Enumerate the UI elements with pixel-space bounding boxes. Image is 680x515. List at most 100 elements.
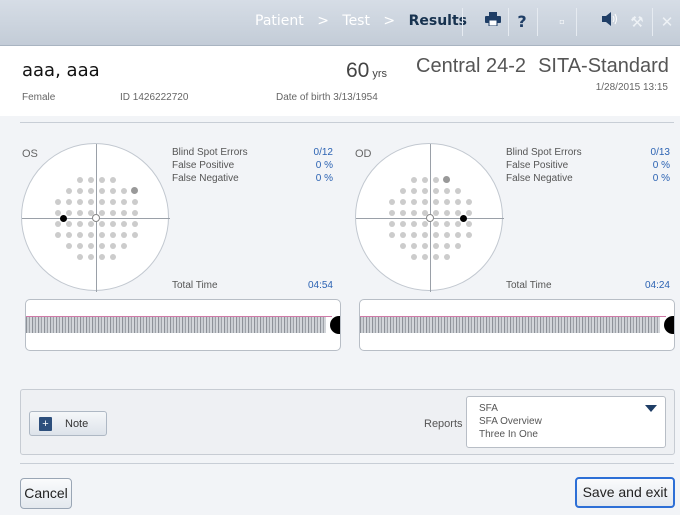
- test-point: [443, 242, 450, 249]
- report-option[interactable]: Three In One: [479, 429, 538, 440]
- test-point: [454, 187, 461, 194]
- test-point: [98, 176, 105, 183]
- test-point: [388, 209, 395, 216]
- test-point: [410, 176, 417, 183]
- toolbar-divider: [652, 8, 653, 36]
- help-icon[interactable]: ?: [512, 11, 532, 33]
- note-button[interactable]: + Note: [29, 411, 107, 436]
- test-point: [65, 187, 72, 194]
- top-nav-bar: Patient > Test > Results ? ▫ ⚒ ✕: [0, 0, 680, 46]
- patient-age-value: 60: [346, 59, 370, 82]
- test-point: [65, 198, 72, 205]
- test-point: [98, 253, 105, 260]
- gaze-baseline: [26, 316, 332, 317]
- toolbar-divider: [462, 8, 463, 36]
- gaze-tracking-od: [359, 299, 675, 351]
- breadcrumb-results[interactable]: Results: [409, 13, 467, 29]
- save-and-exit-button[interactable]: Save and exit: [575, 477, 675, 508]
- test-point: [87, 253, 94, 260]
- stat-label: Total Time: [172, 280, 218, 291]
- test-point: [410, 253, 417, 260]
- test-point: [131, 198, 138, 205]
- test-point: [65, 209, 72, 216]
- test-point: [443, 198, 450, 205]
- test-title: Central 24-2 SITA-Standard: [416, 55, 680, 78]
- patient-age-unit: yrs: [372, 68, 388, 80]
- test-point: [465, 231, 472, 238]
- close-icon[interactable]: ✕: [657, 11, 677, 33]
- reports-select[interactable]: SFA SFA Overview Three In One: [466, 396, 666, 448]
- test-point: [432, 231, 439, 238]
- test-point: [432, 242, 439, 249]
- test-point: [76, 242, 83, 249]
- test-point: [109, 253, 116, 260]
- report-option[interactable]: SFA Overview: [479, 416, 542, 427]
- breadcrumb-separator: >: [383, 13, 396, 29]
- test-point: [421, 198, 428, 205]
- speaker-icon[interactable]: [600, 11, 620, 33]
- test-point: [98, 220, 105, 227]
- stat-label: False Positive: [506, 160, 569, 171]
- test-point: [454, 231, 461, 238]
- patient-age: 60 yrs: [346, 59, 387, 83]
- visual-field-plot-od: [355, 143, 504, 292]
- test-point: [120, 242, 127, 249]
- wrench-icon[interactable]: ⚒: [627, 11, 647, 33]
- test-point: [432, 220, 439, 227]
- test-point: [410, 187, 417, 194]
- test-point: [109, 209, 116, 216]
- test-point: [131, 231, 138, 238]
- gaze-baseline: [360, 316, 666, 317]
- divider: [20, 122, 674, 123]
- cancel-button[interactable]: Cancel: [20, 478, 72, 509]
- test-point: [443, 231, 450, 238]
- gaze-end-marker: [664, 316, 674, 334]
- stat-value: 0/13: [650, 147, 670, 158]
- test-point: [410, 198, 417, 205]
- dropdown-arrow-icon[interactable]: [645, 405, 657, 412]
- test-point: [443, 187, 450, 194]
- stat-label: Blind Spot Errors: [506, 147, 582, 158]
- test-program: Central 24-2: [416, 55, 527, 77]
- fixation-loss-marker: [443, 176, 450, 183]
- stat-label: Blind Spot Errors: [172, 147, 248, 158]
- test-point: [421, 231, 428, 238]
- test-point: [109, 198, 116, 205]
- patient-id: ID 1426222720: [120, 92, 189, 103]
- stat-value: 0 %: [652, 160, 670, 171]
- test-point: [410, 209, 417, 216]
- stat-value: 0 %: [652, 173, 670, 184]
- test-point: [87, 242, 94, 249]
- test-point: [65, 242, 72, 249]
- stat-value: 0 %: [315, 160, 333, 171]
- test-point: [454, 220, 461, 227]
- test-point: [87, 198, 94, 205]
- breadcrumb-test[interactable]: Test: [342, 13, 370, 29]
- test-point: [399, 187, 406, 194]
- blind-spot-marker: [59, 214, 67, 222]
- notes-reports-panel: + Note Reports SFA SFA Overview Three In…: [20, 389, 675, 455]
- visual-field-plot-os: [21, 143, 170, 292]
- test-point: [54, 209, 61, 216]
- test-point: [98, 187, 105, 194]
- test-point: [454, 209, 461, 216]
- breadcrumb: Patient > Test > Results: [255, 13, 467, 29]
- small-dot-icon[interactable]: ▫: [552, 11, 572, 33]
- fixation-point: [92, 214, 100, 222]
- breadcrumb-patient[interactable]: Patient: [255, 13, 304, 29]
- test-point: [421, 187, 428, 194]
- stat-value: 0/12: [313, 147, 333, 158]
- test-point: [65, 231, 72, 238]
- gaze-bar: [360, 316, 660, 333]
- test-point: [421, 220, 428, 227]
- test-point: [87, 187, 94, 194]
- test-point: [109, 220, 116, 227]
- test-point: [399, 220, 406, 227]
- report-option[interactable]: SFA: [479, 403, 498, 414]
- test-point: [465, 198, 472, 205]
- printer-icon[interactable]: [483, 11, 503, 33]
- test-point: [76, 220, 83, 227]
- test-point: [388, 198, 395, 205]
- test-point: [432, 209, 439, 216]
- test-point: [410, 231, 417, 238]
